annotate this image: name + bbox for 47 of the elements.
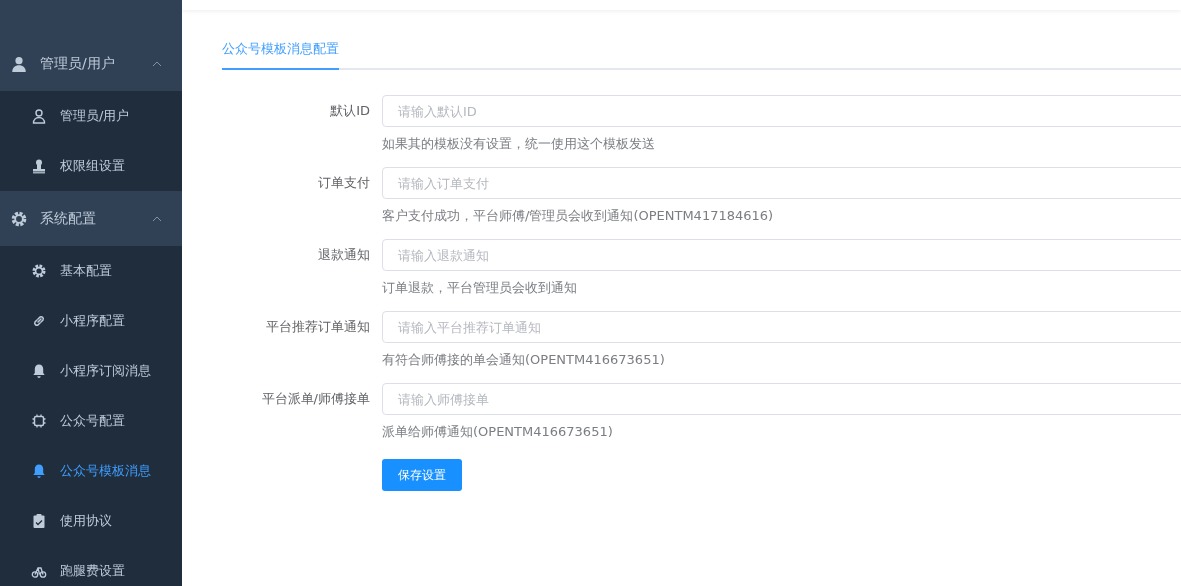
menu-group[interactable]: 管理员/用户 <box>0 36 182 91</box>
menu-item-label: 小程序配置 <box>60 312 125 330</box>
menu-item-label: 管理员/用户 <box>60 107 130 125</box>
field-label: 默认ID <box>329 102 370 120</box>
chip-icon <box>31 413 47 429</box>
menu-group[interactable]: 系统配置 <box>0 191 182 246</box>
gear-icon <box>31 263 47 279</box>
field-label: 平台派单/师傅接单 <box>260 390 370 408</box>
bell-icon <box>31 363 47 379</box>
input-field[interactable]: 请输入师傅接单 <box>382 383 1181 415</box>
field-label: 退款通知 <box>317 246 370 264</box>
bell-icon <box>31 463 47 479</box>
menu-item[interactable]: 管理员/用户 <box>0 91 182 141</box>
menu-item-label: 小程序订阅消息 <box>60 362 151 380</box>
menu-item-label: 权限组设置 <box>60 157 125 175</box>
field-hint: 有符合师傅接的单会通知(OPENTM416673651) <box>382 351 666 369</box>
menu-item-label: 基本配置 <box>60 262 112 280</box>
link-icon <box>31 313 47 329</box>
input-field[interactable]: 请输入默认ID <box>382 95 1181 127</box>
menu-group-label: 管理员/用户 <box>40 54 116 73</box>
stamp-icon <box>31 158 47 174</box>
field-label: 平台推荐订单通知 <box>265 318 370 336</box>
field-hint: 客户支付成功，平台师傅/管理员会收到通知(OPENTM417184616) <box>382 207 775 225</box>
field-hint: 派单给师傅通知(OPENTM416673651) <box>382 423 614 441</box>
menu-item[interactable]: 权限组设置 <box>0 141 182 191</box>
gear-icon <box>10 209 28 228</box>
input-field[interactable]: 请输入退款通知 <box>382 239 1181 271</box>
field-label: 订单支付 <box>317 174 370 192</box>
field-hint: 订单退款，平台管理员会收到通知 <box>382 279 578 297</box>
menu-item-label: 使用协议 <box>60 512 112 530</box>
menu-item[interactable]: 公众号配置 <box>0 396 182 446</box>
field-hint: 如果其的模板没有设置，统一使用这个模板发送 <box>382 135 656 153</box>
menu-item[interactable]: 小程序配置 <box>0 296 182 346</box>
menu-item[interactable]: 小程序订阅消息 <box>0 346 182 396</box>
menu-group-label: 系统配置 <box>40 209 97 228</box>
person-icon <box>10 54 28 73</box>
menu-item[interactable]: 基本配置 <box>0 246 182 296</box>
menu-item-label: 公众号配置 <box>60 412 125 430</box>
menu-item-label: 公众号模板消息 <box>60 462 151 480</box>
clipboard-icon <box>31 513 47 529</box>
menu-item-label: 跑腿费设置 <box>60 562 125 580</box>
user-icon <box>31 108 47 124</box>
menu-item[interactable]: 跑腿费设置 <box>0 546 182 586</box>
input-field[interactable]: 请输入订单支付 <box>382 167 1181 199</box>
menu-item[interactable]: 公众号模板消息 <box>0 446 182 496</box>
input-field[interactable]: 请输入平台推荐订单通知 <box>382 311 1181 343</box>
menu-item[interactable]: 使用协议 <box>0 496 182 546</box>
